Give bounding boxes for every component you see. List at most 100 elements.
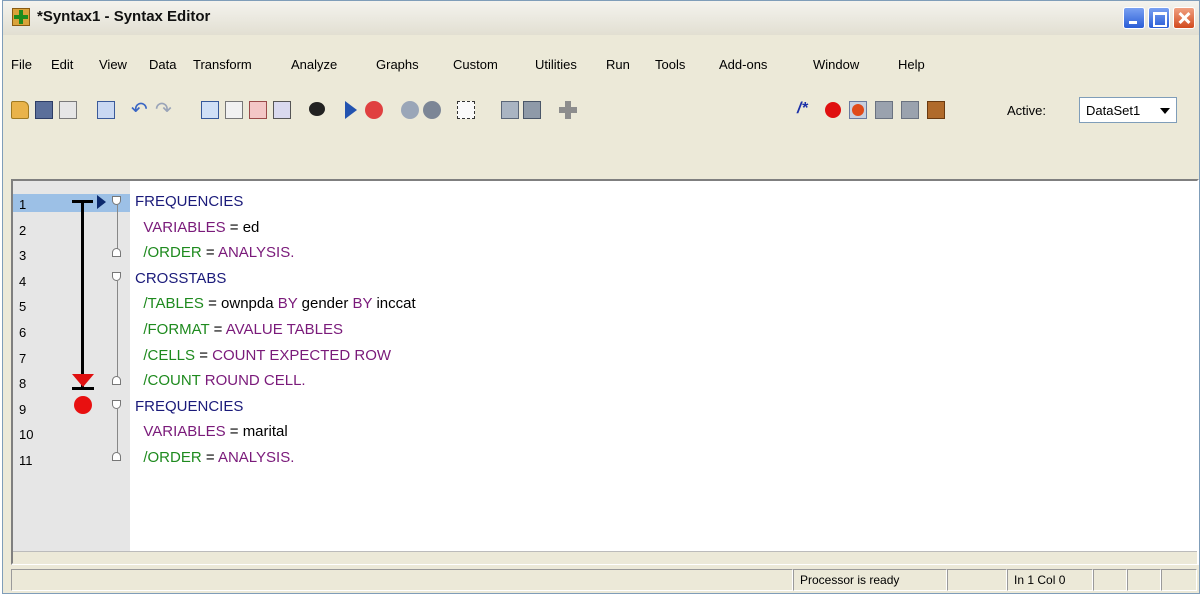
redo-icon[interactable]: ↷ bbox=[155, 100, 172, 120]
menu-add-ons[interactable]: Add-ons bbox=[719, 57, 767, 72]
menu-custom[interactable]: Custom bbox=[453, 57, 498, 72]
chevron-down-icon bbox=[1160, 108, 1170, 114]
code-token: = bbox=[201, 449, 218, 466]
menu-data[interactable]: Data bbox=[149, 57, 176, 72]
show-sets-icon[interactable] bbox=[423, 101, 441, 119]
menu-view[interactable]: View bbox=[99, 57, 127, 72]
minimize-button[interactable] bbox=[1123, 7, 1145, 29]
app-icon[interactable] bbox=[12, 8, 30, 26]
code-token: CROSSTABS bbox=[135, 269, 227, 287]
fold-end-icon bbox=[112, 248, 121, 257]
line-number: 3 bbox=[19, 248, 27, 264]
use-sets-icon[interactable] bbox=[401, 101, 419, 119]
horizontal-scrollbar[interactable] bbox=[13, 551, 1197, 564]
weight-cases-icon[interactable] bbox=[523, 101, 541, 119]
code-token: /CELLS bbox=[135, 346, 196, 364]
find-binoculars-icon[interactable] bbox=[309, 102, 325, 116]
menu-utilities[interactable]: Utilities bbox=[535, 57, 577, 72]
goto-data-icon[interactable] bbox=[201, 101, 219, 119]
code-line[interactable]: VARIABLES = marital bbox=[135, 423, 288, 441]
menu-run[interactable]: Run bbox=[606, 57, 630, 72]
code-line[interactable]: /CELLS = COUNT EXPECTED ROW bbox=[135, 347, 391, 364]
code-line[interactable]: CROSSTABS bbox=[135, 270, 226, 287]
menu-analyze[interactable]: Analyze bbox=[291, 57, 337, 72]
insert-case-icon[interactable] bbox=[249, 101, 267, 119]
clear-breakpoints-icon[interactable] bbox=[849, 101, 867, 119]
code-line[interactable]: VARIABLES = ed bbox=[135, 219, 259, 236]
undo-icon[interactable]: ↶ bbox=[131, 100, 148, 120]
toolbar: ↶ ↷ /* Active: DataSet1 bbox=[3, 89, 1199, 129]
code-token: FREQUENCIES bbox=[135, 397, 244, 415]
syntax-editor-area[interactable]: 1 2 3 4 5 6 7 8 9 10 11 FREQUENCIES VARIABLES = ed… bbox=[11, 179, 1199, 565]
select-cases-icon[interactable] bbox=[457, 101, 475, 119]
open-folder-icon[interactable] bbox=[11, 101, 29, 119]
line-number: 1 bbox=[19, 197, 27, 212]
cursor-position: In 1 Col 0 bbox=[1007, 569, 1093, 591]
fold-open-icon[interactable] bbox=[112, 196, 121, 205]
line-number: 8 bbox=[19, 376, 27, 392]
menu-help[interactable]: Help bbox=[898, 57, 925, 72]
code-line[interactable]: /TABLES = ownpda BY gender BY inccat bbox=[135, 295, 415, 313]
active-dataset-select[interactable]: DataSet1 bbox=[1079, 97, 1177, 123]
code-token: = bbox=[195, 346, 213, 364]
run-to-end-icon[interactable] bbox=[365, 101, 383, 119]
syntax-editor-window: *Syntax1 - Syntax Editor File Edit View … bbox=[2, 0, 1200, 594]
code-token: = marital bbox=[225, 423, 288, 441]
code-token: = bbox=[209, 321, 226, 338]
menu-file[interactable]: File bbox=[11, 57, 32, 72]
menu-transform[interactable]: Transform bbox=[193, 57, 252, 72]
breakpoint-marker-icon[interactable] bbox=[74, 396, 92, 414]
line-number: 11 bbox=[19, 453, 33, 468]
code-line[interactable]: FREQUENCIES bbox=[135, 398, 243, 415]
value-labels-icon[interactable] bbox=[501, 101, 519, 119]
run-selection-icon[interactable] bbox=[345, 101, 357, 119]
code-line[interactable]: /FORMAT = AVALUE TABLES bbox=[135, 321, 343, 338]
print-icon[interactable] bbox=[59, 101, 77, 119]
close-button[interactable] bbox=[1173, 7, 1195, 29]
code-token: ANALYSIS. bbox=[217, 244, 295, 262]
line-number: 7 bbox=[19, 350, 27, 366]
line-number: 4 bbox=[19, 273, 27, 289]
bookmark-prev-icon[interactable] bbox=[875, 101, 893, 119]
toggle-comment-icon[interactable]: /* bbox=[797, 100, 808, 118]
processor-status-text: Processor is ready bbox=[800, 573, 900, 587]
add-icon[interactable] bbox=[559, 101, 577, 119]
run-step-line bbox=[81, 201, 84, 387]
save-icon[interactable] bbox=[35, 101, 53, 119]
code-token: gender bbox=[297, 295, 353, 313]
line-gutter[interactable]: 1 2 3 4 5 6 7 8 9 10 11 bbox=[13, 181, 130, 551]
goto-case-icon[interactable] bbox=[225, 101, 243, 119]
code-token: FREQUENCIES bbox=[135, 193, 244, 210]
menu-tools[interactable]: Tools bbox=[655, 57, 685, 72]
menu-graphs[interactable]: Graphs bbox=[376, 57, 419, 72]
code-token: BY bbox=[277, 295, 298, 313]
code-line[interactable]: /COUNT ROUND CELL. bbox=[135, 372, 305, 390]
variables-icon[interactable] bbox=[273, 101, 291, 119]
execution-pointer-icon bbox=[97, 195, 106, 209]
breakpoint-icon[interactable] bbox=[825, 102, 841, 118]
active-dataset-label: Active: bbox=[1007, 103, 1047, 118]
fold-open-icon[interactable] bbox=[112, 272, 121, 281]
menu-bar: File Edit View Data Transform Analyze Gr… bbox=[3, 57, 1199, 81]
code-line[interactable]: FREQUENCIES bbox=[135, 193, 243, 210]
code-token: /COUNT bbox=[135, 372, 201, 390]
code-token: ANALYSIS. bbox=[217, 449, 295, 466]
dialog-recall-icon[interactable] bbox=[97, 101, 115, 119]
code-token: VARIABLES bbox=[135, 218, 226, 236]
code-token: /ORDER bbox=[135, 449, 202, 466]
code-line[interactable]: /ORDER = ANALYSIS. bbox=[135, 449, 294, 466]
fold-open-icon[interactable] bbox=[112, 400, 121, 409]
code-token: VARIABLES bbox=[135, 423, 226, 441]
code-token: AVALUE TABLES bbox=[225, 321, 344, 338]
bookmark-next-icon[interactable] bbox=[901, 101, 919, 119]
line-number: 5 bbox=[19, 299, 27, 315]
code-token: = ownpda bbox=[203, 295, 278, 313]
menu-window[interactable]: Window bbox=[813, 57, 859, 72]
code-token: BY bbox=[352, 295, 373, 313]
maximize-button[interactable] bbox=[1148, 7, 1170, 29]
title-bar[interactable]: *Syntax1 - Syntax Editor bbox=[3, 1, 1199, 35]
line-number: 2 bbox=[19, 222, 27, 238]
code-line[interactable]: /ORDER = ANALYSIS. bbox=[135, 244, 294, 261]
menu-edit[interactable]: Edit bbox=[51, 57, 73, 72]
bookmark-toggle-icon[interactable] bbox=[927, 101, 945, 119]
